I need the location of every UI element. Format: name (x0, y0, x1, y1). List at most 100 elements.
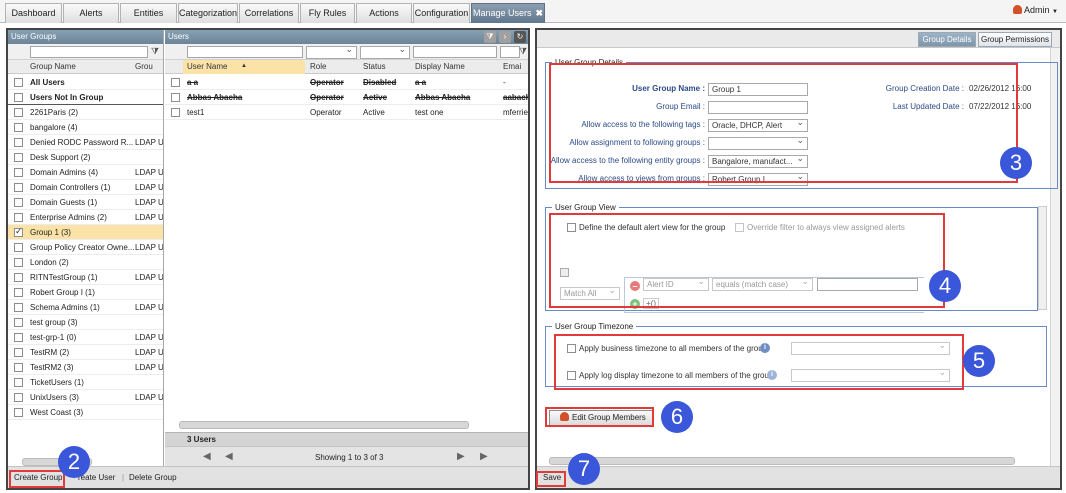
tab-alerts[interactable]: Alerts (63, 3, 119, 23)
chevron-right-icon[interactable]: › (499, 31, 511, 43)
business-timezone-select[interactable] (791, 342, 950, 355)
view-groups-select[interactable]: Robert Group I (708, 173, 808, 186)
user-row[interactable]: Abbas Abacha Operator Active Abbas Abach… (165, 90, 528, 105)
group-row-selected[interactable]: Group 1 (3) (8, 225, 163, 240)
group-row[interactable]: Denied RODC Password R... LDAP U (8, 135, 163, 150)
log-timezone-select[interactable] (791, 369, 950, 382)
user-checkbox[interactable] (171, 93, 180, 102)
group-row[interactable]: Users Not In Group (8, 90, 163, 105)
tab-manage-users[interactable]: Manage Users ✖ (471, 3, 545, 23)
user-list-scrollbar[interactable] (179, 421, 469, 429)
group-row[interactable]: TestRM (2) LDAP U (8, 345, 163, 360)
group-row[interactable]: TicketUsers (1) (8, 375, 163, 390)
group-checkbox[interactable] (14, 198, 23, 207)
group-row[interactable]: Enterprise Admins (2) LDAP U (8, 210, 163, 225)
group-checkbox[interactable] (14, 348, 23, 357)
group-row[interactable]: Desk Support (2) (8, 150, 163, 165)
last-page-icon[interactable]: ▶ (480, 451, 488, 462)
tab-group-permissions[interactable]: Group Permissions (978, 32, 1052, 47)
first-page-icon[interactable]: ◀ (203, 451, 211, 462)
rule-operator-select[interactable]: equals (match case) (712, 278, 813, 291)
filter-icon[interactable]: ⧩ (519, 46, 527, 57)
match-all-select[interactable]: Match All (560, 287, 620, 300)
group-row[interactable]: test group (3) (8, 315, 163, 330)
create-group-button[interactable]: Create Group (14, 473, 62, 482)
group-checkbox[interactable] (14, 273, 23, 282)
tab-fly-rules[interactable]: Fly Rules (300, 3, 355, 23)
group-checkbox[interactable] (14, 168, 23, 177)
tab-dashboard[interactable]: Dashboard (5, 3, 62, 23)
group-checkbox[interactable] (14, 303, 23, 312)
col-group-type[interactable]: Grou (135, 62, 153, 71)
group-row[interactable]: bangalore (4) (8, 120, 163, 135)
group-checkbox[interactable] (14, 258, 23, 267)
group-row[interactable]: RITNTestGroup (1) LDAP U (8, 270, 163, 285)
group-filter-input[interactable] (30, 46, 148, 58)
group-checkbox[interactable] (14, 78, 23, 87)
delete-group-button[interactable]: Delete Group (129, 473, 177, 482)
group-row[interactable]: TestRM2 (3) LDAP U (8, 360, 163, 375)
col-status[interactable]: Status (363, 62, 386, 71)
user-checkbox[interactable] (171, 78, 180, 87)
user-menu[interactable]: Admin ▼ (1013, 5, 1058, 15)
prev-page-icon[interactable]: ◀ (225, 451, 233, 462)
user-checkbox[interactable] (171, 108, 180, 117)
group-checkbox[interactable] (14, 226, 23, 237)
group-checkbox[interactable] (14, 183, 23, 192)
group-checkbox[interactable] (14, 333, 23, 342)
group-row[interactable]: Domain Controllers (1) LDAP U (8, 180, 163, 195)
refresh-icon[interactable]: ↻ (514, 31, 526, 43)
group-row[interactable]: UnixUsers (3) LDAP U (8, 390, 163, 405)
col-group-name[interactable]: Group Name (30, 62, 76, 71)
group-name-input[interactable]: Group 1 (708, 83, 808, 96)
rule-value-input[interactable] (817, 278, 918, 291)
override-filter-checkbox[interactable] (735, 223, 744, 232)
save-button[interactable]: Save (543, 473, 561, 482)
group-row[interactable]: 2261Paris (2) (8, 105, 163, 120)
log-timezone-checkbox[interactable] (567, 371, 576, 380)
tab-configuration[interactable]: Configuration (413, 3, 470, 23)
define-default-view-checkbox[interactable] (567, 223, 576, 232)
close-tab-icon[interactable]: ✖ (535, 8, 543, 18)
col-user-name[interactable]: User Name ▲ (183, 60, 305, 74)
username-filter-input[interactable] (187, 46, 303, 58)
user-row[interactable]: test1 Operator Active test one mferrie@ (165, 105, 528, 120)
entity-groups-select[interactable]: Bangalore, manufact... (708, 155, 808, 168)
col-role[interactable]: Role (310, 62, 326, 71)
group-checkbox[interactable] (14, 153, 23, 162)
user-row[interactable]: a a Operator Disabled a a - (165, 75, 528, 90)
group-checkbox[interactable] (14, 108, 23, 117)
add-rule-icon[interactable]: + (630, 299, 640, 309)
group-checkbox[interactable] (14, 288, 23, 297)
group-row[interactable]: Domain Admins (4) LDAP U (8, 165, 163, 180)
group-row[interactable]: London (2) (8, 255, 163, 270)
group-checkbox[interactable] (14, 318, 23, 327)
right-horizontal-scrollbar[interactable] (549, 457, 1015, 465)
group-checkbox[interactable] (14, 378, 23, 387)
business-timezone-checkbox[interactable] (567, 344, 576, 353)
expand-icon[interactable] (560, 268, 569, 277)
info-icon[interactable]: i (767, 370, 777, 380)
group-row[interactable]: West Coast (3) (8, 405, 163, 420)
group-row[interactable]: All Users (8, 75, 163, 90)
group-row[interactable]: Domain Guests (1) LDAP U (8, 195, 163, 210)
group-checkbox[interactable] (14, 408, 23, 417)
group-checkbox[interactable] (14, 123, 23, 132)
tab-group-details[interactable]: Group Details (918, 32, 976, 47)
remove-rule-icon[interactable]: – (630, 281, 640, 291)
group-row[interactable]: test-grp-1 (0) LDAP U (8, 330, 163, 345)
role-filter-select[interactable] (306, 46, 357, 59)
group-checkbox[interactable] (14, 213, 23, 222)
group-checkbox[interactable] (14, 363, 23, 372)
tab-actions[interactable]: Actions (356, 3, 412, 23)
display-filter-input[interactable] (413, 46, 497, 58)
group-email-input[interactable] (708, 101, 808, 114)
col-email[interactable]: Emai (503, 62, 521, 71)
tab-categorization[interactable]: Categorization (178, 3, 238, 23)
add-rule-group-button[interactable]: +() (643, 298, 659, 309)
email-filter-input[interactable] (500, 46, 520, 58)
view-scrollbar[interactable] (1038, 206, 1047, 310)
group-checkbox[interactable] (14, 138, 23, 147)
group-checkbox[interactable] (14, 243, 23, 252)
filter-icon[interactable]: ⧩ (484, 31, 496, 43)
